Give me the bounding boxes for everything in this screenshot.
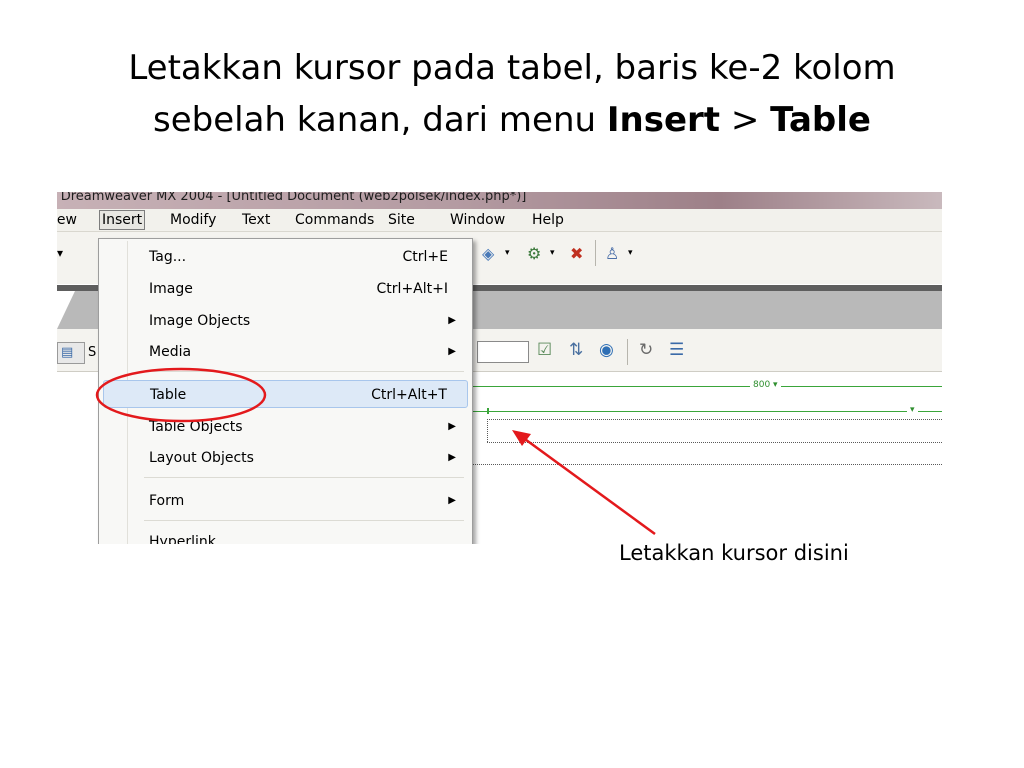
menu-text[interactable]: Text	[242, 209, 270, 231]
table-row-2-border	[487, 442, 942, 443]
menu-item-label: Form	[149, 493, 185, 509]
menu-item-label: Image	[149, 281, 193, 297]
column-ruler-arrow: ▾	[907, 405, 918, 415]
refresh-icon[interactable]: ↻	[639, 340, 653, 360]
document-title-input[interactable]	[477, 341, 529, 363]
view-options-icon[interactable]: ☰	[669, 340, 684, 360]
preview-browser-icon[interactable]: ◉	[599, 340, 614, 360]
menu-item-media[interactable]: Media ▶	[103, 338, 468, 366]
title-table: Table	[770, 100, 871, 140]
insert-menu-dropdown: Tag... Ctrl+E Image Ctrl+Alt+I Image Obj…	[98, 238, 473, 544]
table-bottom-border	[457, 464, 942, 465]
menu-item-label: Image Objects	[149, 313, 251, 329]
submenu-arrow-icon: ▶	[448, 346, 456, 357]
table-width-value: 800	[753, 380, 771, 390]
table-width-label: 800 ▾	[750, 380, 781, 390]
menu-window[interactable]: Window	[450, 209, 505, 231]
template-icon[interactable]: ◈	[482, 244, 494, 263]
menu-item-label: Table Objects	[149, 419, 243, 435]
menu-item-label: Hyperlink	[149, 534, 216, 544]
menu-item-layout-objects[interactable]: Layout Objects ▶	[103, 444, 468, 472]
submenu-arrow-icon: ▶	[448, 452, 456, 463]
column-width-ruler	[457, 411, 942, 412]
menu-item-label: Table	[150, 387, 187, 403]
slide-title: Letakkan kursor pada tabel, baris ke-2 k…	[0, 42, 1024, 146]
menu-item-hyperlink[interactable]: Hyperlink	[103, 528, 468, 544]
template-dropdown-icon[interactable]: ▾	[505, 248, 510, 258]
menu-bar: iew Insert Modify Text Commands Site Win…	[57, 209, 942, 232]
flash-dropdown-icon[interactable]: ▾	[550, 248, 555, 258]
menu-item-shortcut: Ctrl+Alt+I	[376, 281, 448, 297]
menu-item-form[interactable]: Form ▶	[103, 487, 468, 515]
column-marker	[487, 408, 489, 414]
table-width-ruler	[457, 386, 942, 387]
menu-item-label: Media	[149, 344, 192, 360]
menu-modify[interactable]: Modify	[170, 209, 216, 231]
flash-icon[interactable]: ⚙	[527, 244, 541, 263]
menu-separator	[144, 477, 464, 478]
menu-insert[interactable]: Insert	[99, 210, 146, 230]
menu-site[interactable]: Site	[388, 209, 415, 231]
menu-separator	[144, 371, 464, 372]
toolbar-separator-2	[627, 339, 628, 365]
toolbar-separator	[595, 240, 596, 266]
menu-item-table-objects[interactable]: Table Objects ▶	[103, 413, 468, 441]
menu-help[interactable]: Help	[532, 209, 564, 231]
menu-commands[interactable]: Commands	[295, 209, 374, 231]
table-row-1-border	[487, 419, 942, 420]
split-view-label: S	[88, 345, 97, 360]
title-line-2: sebelah kanan, dari menu Insert > Table	[0, 94, 1024, 146]
menu-item-label: Tag...	[149, 249, 187, 265]
split-view-icon: ▤	[61, 345, 74, 360]
title-insert: Insert	[606, 100, 721, 140]
table-column-border	[487, 419, 488, 442]
delete-icon[interactable]: ✖	[570, 244, 583, 263]
cursor-caption: Letakkan kursor disini	[619, 541, 849, 565]
split-view-button[interactable]: ▤ S	[57, 342, 96, 364]
menu-item-image[interactable]: Image Ctrl+Alt+I	[103, 275, 468, 303]
submenu-arrow-icon: ▶	[448, 315, 456, 326]
menu-view[interactable]: iew	[57, 209, 77, 231]
menu-item-shortcut: Ctrl+E	[402, 249, 449, 265]
title-separator: >	[720, 100, 771, 140]
menu-item-shortcut: Ctrl+Alt+T	[371, 387, 447, 403]
menu-item-table[interactable]: Table Ctrl+Alt+T	[103, 380, 468, 408]
submenu-arrow-icon: ▶	[448, 495, 456, 506]
submenu-arrow-icon: ▶	[448, 421, 456, 432]
menu-separator	[144, 520, 464, 521]
toolbar-dropdown-arrow[interactable]: ▾	[57, 246, 63, 260]
document-tab[interactable]	[57, 291, 75, 329]
title-line-1: Letakkan kursor pada tabel, baris ke-2 k…	[128, 48, 896, 88]
dreamweaver-screenshot: ia Dreamweaver MX 2004 - [Untitled Docum…	[57, 192, 942, 544]
title-prefix: sebelah kanan, dari menu	[153, 100, 607, 140]
window-titlebar: ia Dreamweaver MX 2004 - [Untitled Docum…	[57, 192, 942, 209]
validate-icon[interactable]: ☑	[537, 340, 552, 360]
file-transfer-icon[interactable]: ⇅	[569, 340, 583, 360]
user-dropdown-icon[interactable]: ▾	[628, 248, 633, 258]
menu-item-tag[interactable]: Tag... Ctrl+E	[103, 243, 468, 271]
menu-item-label: Layout Objects	[149, 450, 254, 466]
window-title: ia Dreamweaver MX 2004 - [Untitled Docum…	[57, 192, 527, 204]
menu-item-image-objects[interactable]: Image Objects ▶	[103, 307, 468, 335]
user-icon[interactable]: ♙	[605, 244, 619, 263]
